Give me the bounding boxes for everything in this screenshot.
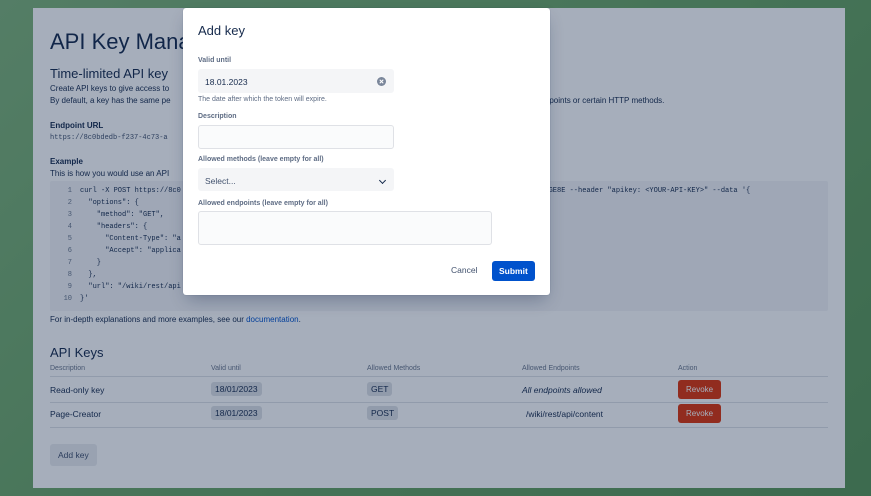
endpoints-field[interactable]	[198, 211, 492, 245]
endpoints-label: Allowed endpoints (leave empty for all)	[198, 200, 328, 207]
chevron-down-icon	[378, 176, 387, 185]
add-key-dialog: Add key Valid until 18.01.2023 The date …	[183, 8, 550, 295]
description-field[interactable]	[198, 125, 394, 149]
valid-until-help: The date after which the token will expi…	[198, 96, 327, 103]
dialog-title: Add key	[198, 23, 245, 38]
clear-icon[interactable]	[377, 77, 386, 86]
methods-placeholder: Select...	[205, 176, 236, 186]
cancel-button[interactable]: Cancel	[445, 261, 483, 279]
valid-until-label: Valid until	[198, 57, 232, 64]
methods-label: Allowed methods (leave empty for all)	[198, 156, 324, 163]
submit-button[interactable]: Submit	[492, 261, 535, 281]
valid-until-date-picker[interactable]: 18.01.2023	[198, 69, 394, 93]
valid-until-value: 18.01.2023	[205, 77, 248, 87]
description-label: Description	[198, 113, 237, 120]
methods-select[interactable]: Select...	[198, 168, 394, 191]
